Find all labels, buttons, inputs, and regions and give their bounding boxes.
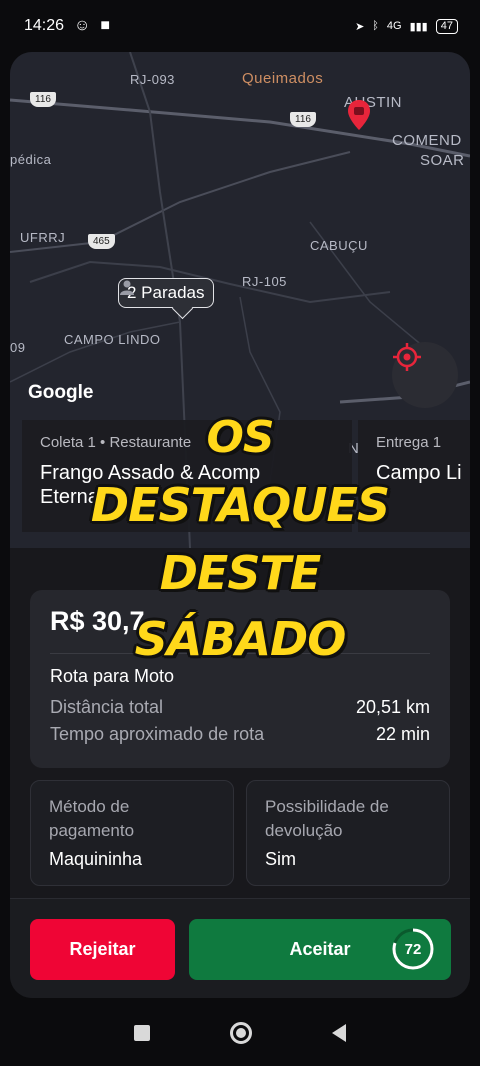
accept-label: Aceitar [289,939,351,959]
overlay-caption-line4: SÁBADO [134,612,347,666]
map-label-comend: COMEND [392,132,462,149]
stops-count-label: 2 Paradas [127,283,205,302]
route-map[interactable]: RJ-093 Queimados AUSTIN COMEND SOAR pédi… [10,52,470,548]
restaurant-pin-icon[interactable] [348,100,370,130]
back-button[interactable] [332,1024,346,1042]
overlay-caption-line2: DESTAQUES [90,478,390,532]
status-bar: 14:26 ☺ ■ ➤ ᛒ 4G ▮▮▮ 47 [0,0,480,52]
location-icon: ➤ [355,20,365,33]
map-label-campo-lindo: CAMPO LINDO [64,332,161,347]
distance-row: Distância total 20,51 km [50,697,430,718]
home-button[interactable] [230,1022,252,1044]
reject-button[interactable]: Rejeitar [30,919,175,980]
person-icon [120,280,134,295]
network-type: 4G [386,20,402,32]
map-label-cabucu: CABUÇU [310,238,368,253]
system-nav-bar [0,1000,480,1066]
recenter-button[interactable] [392,342,458,408]
countdown-value: 72 [404,940,422,958]
countdown-timer: 72 [391,927,435,971]
route-type: Rota para Moto [50,666,175,686]
crosshair-icon [393,343,421,371]
highway-shield-465: 465 [88,234,115,249]
stops-count-tag[interactable]: 2 Paradas [118,278,214,308]
signal-icon: ▮▮▮ [409,20,428,33]
time-row: Tempo aproximado de rota 22 min [50,724,430,745]
return-label-line2: devolução [265,821,343,840]
video-icon: ■ [100,17,111,34]
distance-value: 20,51 km [355,697,430,717]
overlay-caption-line3: DESTE [159,546,322,600]
time-value: 22 min [375,724,430,744]
action-footer: Rejeitar Aceitar 72 [10,898,470,998]
payment-value: Maquininha [49,849,143,869]
map-label-rj093: RJ-093 [130,72,175,87]
map-label-09: 09 [10,340,26,355]
map-label-soar: SOAR [420,152,465,169]
map-label-pedica: pédica [10,152,52,167]
map-label-rj105: RJ-105 [242,274,287,289]
notification-icon: ☺ [74,17,91,34]
return-value: Sim [265,849,296,869]
distance-label: Distância total [50,697,164,717]
clock: 14:26 [24,17,65,34]
payment-method-box: Método de pagamento Maquininha [30,780,234,886]
map-label-ufrrj: UFRRJ [20,230,66,245]
return-label-line1: Possibilidade de [265,797,389,816]
battery-icon: 47 [435,18,458,34]
recents-button[interactable] [134,1025,150,1041]
time-label: Tempo aproximado de rota [50,724,265,744]
highway-shield-116-east: 116 [290,112,316,127]
map-label-queimados: Queimados [242,70,324,87]
bluetooth-icon: ᛒ [372,20,379,32]
payment-label-line2: pagamento [49,821,135,840]
accept-button[interactable]: Aceitar 72 [189,919,451,980]
payment-label-line1: Método de [49,797,130,816]
return-possibility-box: Possibilidade de devolução Sim [246,780,450,886]
highway-shield-116-west: 116 [30,92,56,107]
overlay-caption-line1: OS [206,412,274,463]
google-logo: Google [28,382,94,403]
